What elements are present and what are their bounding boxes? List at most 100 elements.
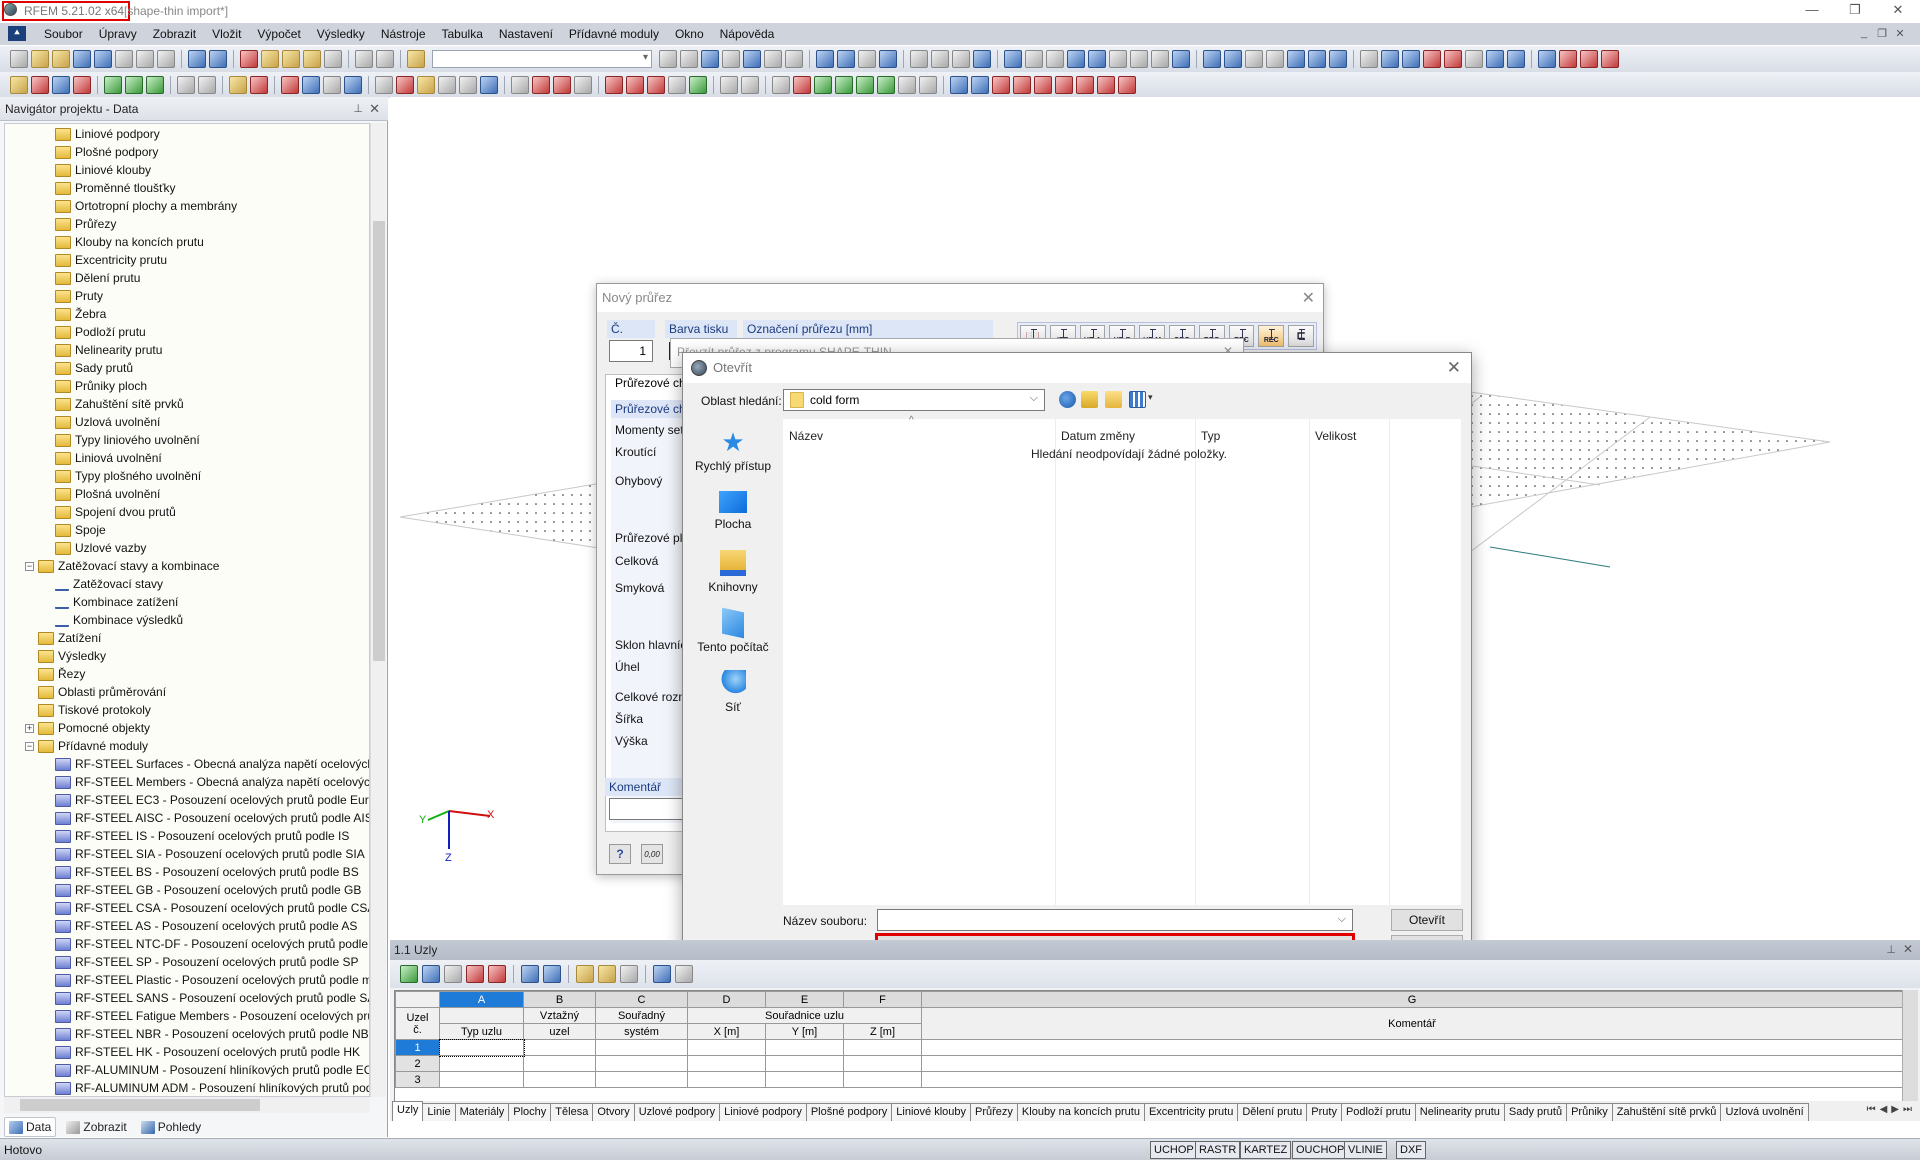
table-cell[interactable] [523, 1071, 596, 1088]
toolbar-button-icon[interactable] [764, 50, 782, 68]
toolbar-button-icon[interactable] [919, 76, 937, 94]
toolbar-button-icon[interactable] [605, 76, 623, 94]
toolbar-button-icon[interactable] [1507, 50, 1525, 68]
last-tab-icon[interactable]: ⏭ [1903, 1104, 1912, 1115]
tree-item[interactable]: Zahuštění sítě prvků [55, 395, 184, 413]
tree-item[interactable]: Typy liniového uvolnění [55, 431, 200, 449]
toolbar-button-icon[interactable] [407, 50, 425, 68]
table-cell[interactable] [843, 1055, 922, 1072]
toolbar-button-icon[interactable] [1172, 50, 1190, 68]
tree-item[interactable]: RF-STEEL SANS - Posouzení ocelových prut… [55, 989, 369, 1007]
table-tab[interactable]: Zahuštění sítě prvků [1611, 1103, 1722, 1121]
toolbar-button-icon[interactable] [52, 50, 70, 68]
next-tab-icon[interactable]: ▶ [1891, 1104, 1899, 1115]
place-network[interactable]: Síť [689, 670, 777, 714]
toolbar-button-icon[interactable] [375, 76, 393, 94]
toolbar-button-icon[interactable] [1076, 76, 1094, 94]
scroll-thumb[interactable] [373, 221, 385, 661]
new-folder-icon[interactable] [1105, 391, 1122, 408]
tree-item[interactable]: − Zatěžovací stavy a kombinace [25, 557, 219, 575]
toolbar-button-icon[interactable] [1245, 50, 1263, 68]
menu-zobrazit[interactable]: Zobrazit [145, 23, 204, 45]
table-tab[interactable]: Pruty [1306, 1103, 1342, 1121]
toolbar-button-icon[interactable] [1601, 50, 1619, 68]
toolbar-button-icon[interactable] [480, 76, 498, 94]
toolbar-button-icon[interactable] [302, 76, 320, 94]
tree-item[interactable]: Výsledky [25, 647, 106, 665]
toolbar-button-icon[interactable] [459, 76, 477, 94]
toolbar-button-icon[interactable] [115, 50, 133, 68]
toolbar-button-icon[interactable] [324, 50, 342, 68]
toolbar-button-icon[interactable] [931, 50, 949, 68]
toolbar-button-icon[interactable] [303, 50, 321, 68]
toolbar-button-icon[interactable] [659, 50, 677, 68]
toolbar-button-icon[interactable] [52, 76, 70, 94]
toolbar-button-icon[interactable] [240, 50, 258, 68]
tree-item[interactable]: + Pomocné objekty [25, 719, 150, 737]
mdi-restore-icon[interactable]: ❐ [1874, 27, 1890, 41]
status-toggle-kartez[interactable]: KARTEZ [1240, 1141, 1292, 1159]
table-cell[interactable] [523, 1039, 596, 1056]
table-cell[interactable] [765, 1039, 844, 1056]
toolbar-button-icon[interactable] [722, 50, 740, 68]
pin-icon[interactable]: ⊥ [1886, 943, 1896, 956]
menu-vlozit[interactable]: Vložit [204, 23, 249, 45]
toolbar-button-icon[interactable] [1423, 50, 1441, 68]
menu-tabulka[interactable]: Tabulka [434, 23, 491, 45]
table-row[interactable]: 1 [395, 1038, 1903, 1057]
toolbar-button-icon[interactable] [146, 76, 164, 94]
table-cell[interactable] [595, 1055, 688, 1072]
toolbar-button-icon[interactable] [1055, 76, 1073, 94]
table-tab[interactable]: Dělení prutu [1237, 1103, 1308, 1121]
table-tab[interactable]: Podloží prutu [1340, 1103, 1416, 1121]
toolbar-button-icon[interactable] [396, 76, 414, 94]
tree-item[interactable]: RF-STEEL NTC-DF - Posouzení ocelových pr… [55, 935, 369, 953]
toolbar-button-icon[interactable] [668, 76, 686, 94]
scroll-thumb[interactable] [20, 1099, 260, 1111]
toolbar-button-icon[interactable] [1130, 50, 1148, 68]
table-cell[interactable] [439, 1071, 524, 1088]
column-date-modified[interactable]: Datum změny [1061, 429, 1135, 443]
table-cell[interactable] [439, 1055, 524, 1072]
column-letter[interactable]: E [765, 991, 844, 1008]
toolbar-button-icon[interactable] [879, 50, 897, 68]
toolbar-button-icon[interactable] [743, 50, 761, 68]
tree-item[interactable]: − Přídavné moduly [25, 737, 148, 755]
close-button[interactable]: ✕ [1878, 2, 1918, 20]
toolbar-button-icon[interactable] [1046, 50, 1064, 68]
tree-item[interactable]: RF-STEEL SIA - Posouzení ocelových prutů… [55, 845, 365, 863]
toolbar-button-icon[interactable] [10, 50, 28, 68]
navigator-horizontal-scrollbar[interactable] [4, 1097, 370, 1113]
status-toggle-ouchop[interactable]: OUCHOP [1292, 1141, 1349, 1159]
tree-item[interactable]: Uzlová uvolnění [55, 413, 160, 431]
toolbar-button-icon[interactable] [376, 50, 394, 68]
place-this-pc[interactable]: Tento počítač [689, 607, 777, 654]
tree-item[interactable]: Průřezy [55, 215, 116, 233]
toolbar-button-icon[interactable] [1580, 50, 1598, 68]
table-toolbar-button-icon[interactable] [675, 965, 693, 983]
up-folder-icon[interactable] [1081, 391, 1098, 408]
properties-tab[interactable]: Průřezové ch [615, 376, 686, 390]
tree-item[interactable]: RF-ALUMINUM ADM - Posouzení hliníkových … [55, 1079, 369, 1096]
tab-zobrazit[interactable]: Zobrazit [62, 1118, 130, 1136]
tree-item[interactable]: RF-STEEL AS - Posouzení ocelových prutů … [55, 917, 357, 935]
toolbar-button-icon[interactable] [1109, 50, 1127, 68]
toolbar-button-icon[interactable] [177, 76, 195, 94]
app-menu-icon[interactable]: ⯅ [8, 26, 26, 41]
table-cell[interactable] [687, 1055, 766, 1072]
tree-item[interactable]: RF-STEEL HK - Posouzení ocelových prutů … [55, 1043, 360, 1061]
toolbar-button-icon[interactable] [835, 76, 853, 94]
tree-item[interactable]: Liniové klouby [55, 161, 151, 179]
toolbar-button-icon[interactable] [73, 50, 91, 68]
toolbar-button-icon[interactable] [281, 76, 299, 94]
table-toolbar-button-icon[interactable] [620, 965, 638, 983]
column-letter[interactable]: C [595, 991, 688, 1008]
minimize-button[interactable]: — [1792, 2, 1832, 20]
view-menu-icon[interactable] [1129, 391, 1146, 408]
status-toggle-vlinie[interactable]: VLINIE [1344, 1141, 1387, 1159]
toolbar-button-icon[interactable] [1224, 50, 1242, 68]
tree-item[interactable]: RF-STEEL AISC - Posouzení ocelových prut… [55, 809, 369, 827]
toolbar-button-icon[interactable] [1329, 50, 1347, 68]
toolbar-button-icon[interactable] [188, 50, 206, 68]
table-tab[interactable]: Tělesa [550, 1103, 594, 1121]
